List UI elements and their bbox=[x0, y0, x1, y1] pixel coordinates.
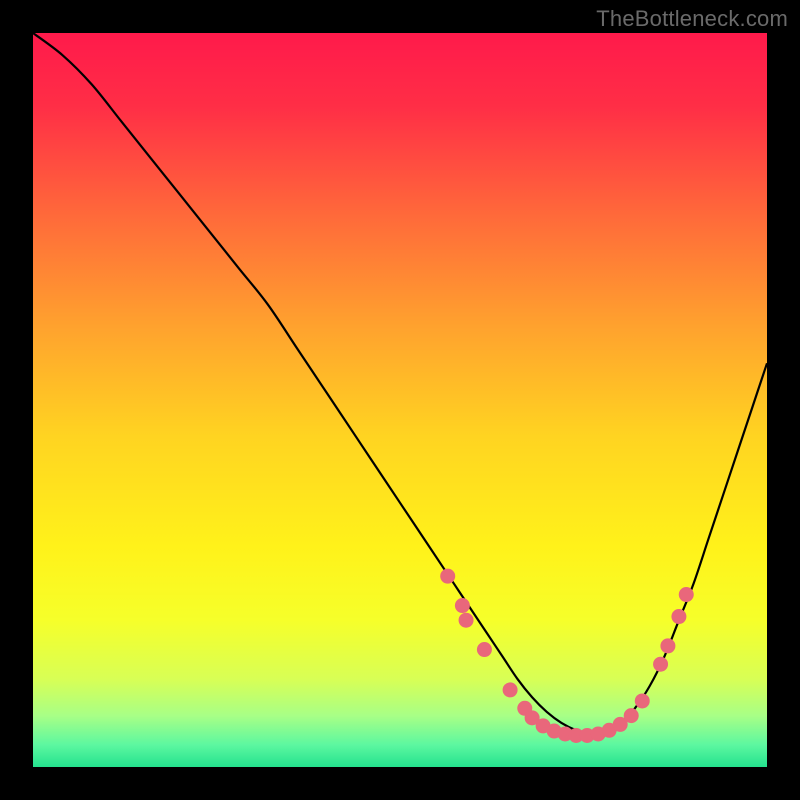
dot bbox=[455, 598, 470, 613]
dot bbox=[635, 693, 650, 708]
dot bbox=[679, 587, 694, 602]
dot bbox=[653, 657, 668, 672]
dot bbox=[660, 638, 675, 653]
plot-area bbox=[33, 33, 767, 767]
curve-layer bbox=[33, 33, 767, 767]
dot bbox=[459, 613, 474, 628]
dot bbox=[440, 569, 455, 584]
outer-frame: TheBottleneck.com bbox=[0, 0, 800, 800]
highlight-dots bbox=[440, 569, 694, 743]
dot bbox=[503, 682, 518, 697]
dot bbox=[624, 708, 639, 723]
watermark-text: TheBottleneck.com bbox=[596, 6, 788, 32]
bottleneck-curve bbox=[33, 33, 767, 734]
dot bbox=[477, 642, 492, 657]
dot bbox=[671, 609, 686, 624]
